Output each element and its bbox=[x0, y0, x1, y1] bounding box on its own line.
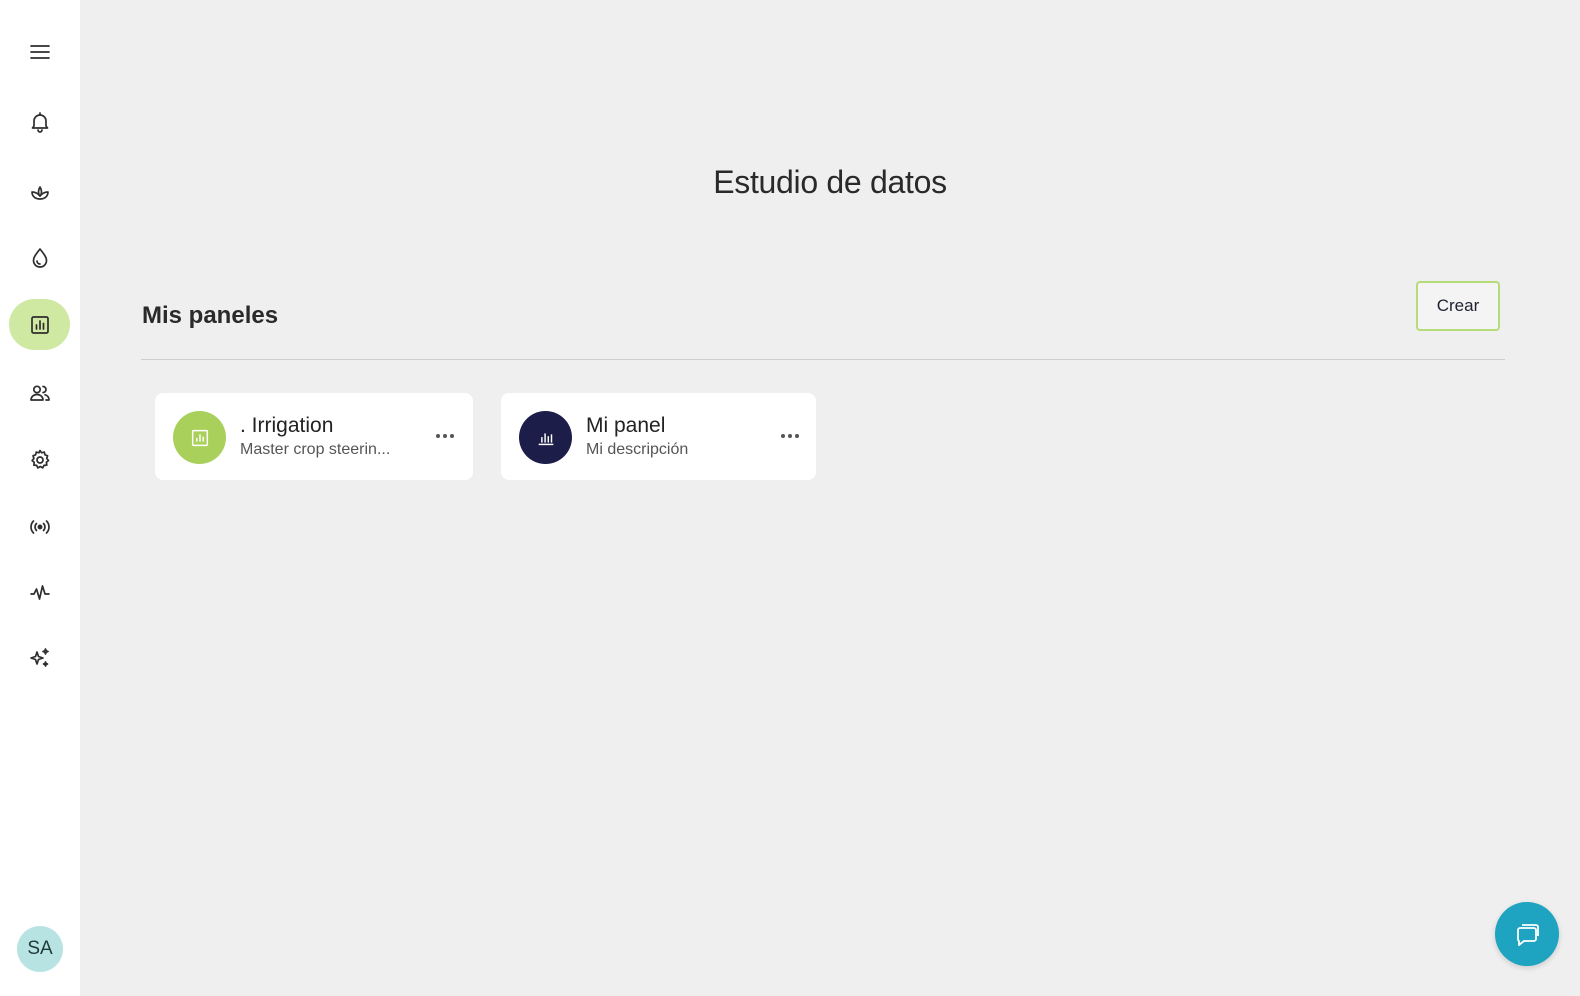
pulse-icon bbox=[29, 584, 50, 600]
menu-button[interactable] bbox=[9, 26, 70, 77]
section-title: Mis paneles bbox=[142, 302, 279, 329]
dashboard-title: . Irrigation bbox=[240, 414, 334, 437]
more-options-button[interactable] bbox=[433, 427, 457, 445]
bar-chart-icon bbox=[30, 315, 49, 334]
plant-icon bbox=[30, 185, 49, 200]
broadcast-icon bbox=[29, 519, 50, 534]
bell-icon bbox=[31, 111, 48, 133]
dashboard-description: Mi descripción bbox=[586, 441, 689, 458]
sparkles-icon bbox=[29, 647, 49, 667]
dashboard-description: Master crop steerin... bbox=[240, 441, 391, 458]
dashboard-avatar bbox=[519, 411, 572, 464]
more-dots-icon bbox=[781, 434, 785, 438]
dashboard-avatar bbox=[173, 411, 226, 464]
create-button[interactable]: Crear bbox=[1416, 281, 1500, 331]
chat-icon bbox=[1517, 924, 1539, 946]
gear-icon bbox=[30, 449, 49, 469]
dashboard-title: Mi panel bbox=[586, 414, 666, 437]
dashboard-card[interactable]: Mi panel Mi descripción bbox=[501, 393, 816, 480]
users-icon bbox=[29, 384, 50, 401]
sidebar-item-analytics[interactable] bbox=[9, 566, 70, 617]
more-dots-icon bbox=[436, 434, 440, 438]
sidebar: SA bbox=[0, 0, 80, 996]
page-title: Estudio de datos bbox=[713, 164, 947, 200]
sidebar-item-ai[interactable] bbox=[9, 632, 70, 683]
sidebar-item-crops[interactable] bbox=[9, 165, 70, 216]
sidebar-item-notifications[interactable] bbox=[9, 96, 70, 147]
avatar[interactable]: SA bbox=[17, 926, 63, 972]
sidebar-item-users[interactable] bbox=[9, 367, 70, 418]
dashboard-card[interactable]: . Irrigation Master crop steerin... bbox=[155, 393, 473, 480]
divider bbox=[141, 359, 1505, 360]
sidebar-item-data-studio[interactable] bbox=[9, 299, 70, 350]
menu-icon bbox=[29, 44, 50, 59]
bar-chart-icon bbox=[191, 429, 208, 446]
sidebar-item-sensors[interactable] bbox=[9, 501, 70, 552]
drop-icon bbox=[32, 247, 47, 268]
sidebar-item-settings[interactable] bbox=[9, 434, 70, 485]
chat-button[interactable] bbox=[1495, 902, 1559, 966]
sidebar-item-irrigation[interactable] bbox=[9, 232, 70, 283]
bar-chart-icon bbox=[538, 432, 553, 445]
more-options-button[interactable] bbox=[778, 427, 802, 445]
main-content: Estudio de datos Mis paneles Crear . Irr… bbox=[80, 0, 1580, 996]
